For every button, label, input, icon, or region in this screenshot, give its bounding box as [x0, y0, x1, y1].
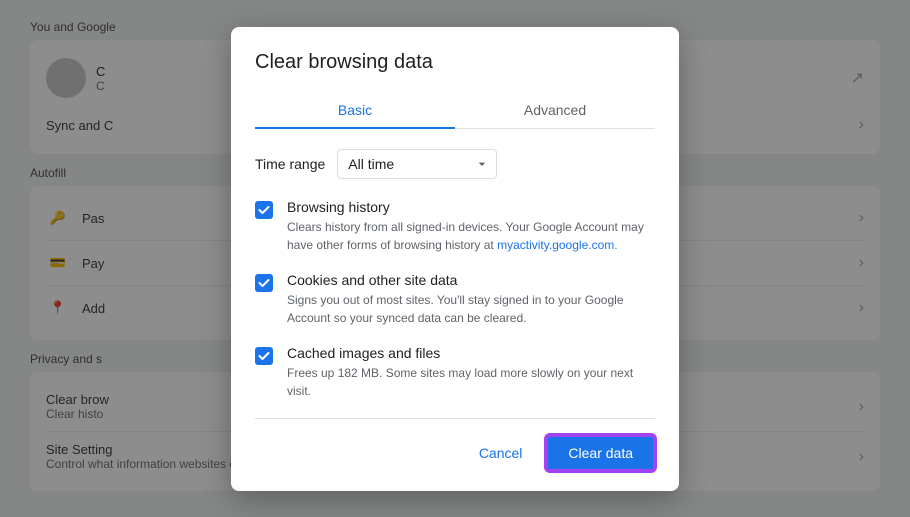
browsing-history-checkbox-wrap[interactable]: [255, 201, 275, 221]
browsing-history-desc: Clears history from all signed-in device…: [287, 218, 655, 254]
cancel-button[interactable]: Cancel: [463, 437, 539, 469]
cookies-text: Cookies and other site data Signs you ou…: [287, 272, 655, 327]
cached-text: Cached images and files Frees up 182 MB.…: [287, 345, 655, 400]
browsing-history-text: Browsing history Clears history from all…: [287, 199, 655, 254]
cached-title: Cached images and files: [287, 345, 655, 361]
time-range-label: Time range: [255, 156, 325, 172]
cookies-checkbox[interactable]: [255, 274, 273, 292]
tab-basic[interactable]: Basic: [255, 92, 455, 128]
cookies-desc: Signs you out of most sites. You'll stay…: [287, 291, 655, 327]
browsing-history-checkbox[interactable]: [255, 201, 273, 219]
cookies-title: Cookies and other site data: [287, 272, 655, 288]
browsing-history-item: Browsing history Clears history from all…: [255, 199, 655, 254]
cookies-item: Cookies and other site data Signs you ou…: [255, 272, 655, 327]
time-range-select[interactable]: Last hour Last 24 hours Last 7 days Last…: [337, 149, 497, 179]
cached-desc: Frees up 182 MB. Some sites may load mor…: [287, 364, 655, 400]
browsing-history-title: Browsing history: [287, 199, 655, 215]
myactivity-link[interactable]: myactivity.google.com.: [497, 238, 618, 252]
cached-item: Cached images and files Frees up 182 MB.…: [255, 345, 655, 400]
cached-checkbox[interactable]: [255, 347, 273, 365]
dialog-tabs: Basic Advanced: [255, 92, 655, 129]
tab-advanced[interactable]: Advanced: [455, 92, 655, 128]
clear-data-button[interactable]: Clear data: [546, 435, 655, 471]
cached-checkbox-wrap[interactable]: [255, 347, 275, 367]
modal-overlay: Clear browsing data Basic Advanced Time …: [0, 0, 910, 517]
clear-browsing-data-dialog: Clear browsing data Basic Advanced Time …: [231, 27, 679, 491]
cookies-checkbox-wrap[interactable]: [255, 274, 275, 294]
time-range-row: Time range Last hour Last 24 hours Last …: [255, 149, 655, 179]
dialog-actions: Cancel Clear data: [255, 419, 655, 471]
dialog-title: Clear browsing data: [255, 51, 655, 74]
